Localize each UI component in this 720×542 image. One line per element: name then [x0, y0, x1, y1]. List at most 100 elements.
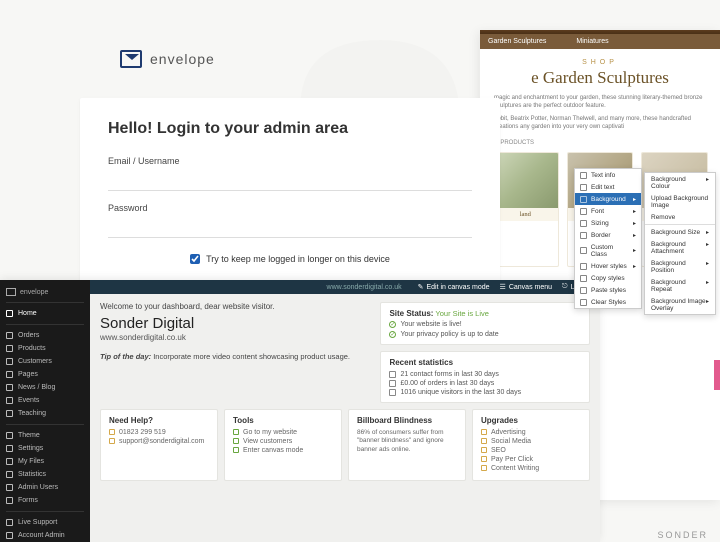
menu-item-custom-class[interactable]: Custom Class▸ [575, 241, 641, 260]
help-email[interactable]: support@sonderdigital.com [119, 438, 204, 445]
info-icon [580, 172, 587, 179]
remember-checkbox[interactable] [190, 254, 200, 264]
sidebar-item-label: Events [18, 397, 39, 404]
edit-canvas-button[interactable]: ✎ Edit in canvas mode [418, 283, 490, 291]
help-card: Need Help? 01823 299 519 support@sonderd… [100, 409, 218, 481]
sidebar-item-events[interactable]: Events [6, 394, 84, 407]
submenu-upload-bg[interactable]: Upload Background Image [645, 192, 715, 211]
help-phone[interactable]: 01823 299 519 [119, 429, 166, 436]
password-input[interactable] [108, 218, 472, 238]
book-icon [6, 410, 13, 417]
sidebar-item-home[interactable]: Home [6, 307, 84, 320]
tools-card: Tools Go to my website View customers En… [224, 409, 342, 481]
submenu-bg-size[interactable]: Background Size▸ [645, 226, 715, 238]
submenu-remove[interactable]: Remove [645, 211, 715, 223]
email-label: Email / Username [108, 156, 472, 166]
dot-icon [481, 465, 487, 471]
sidebar-item-teaching[interactable]: Teaching [6, 407, 84, 420]
menu-item-text-info[interactable]: Text info [575, 169, 641, 181]
status-line: Your website is live! [400, 321, 461, 328]
edit-icon [580, 184, 587, 191]
menu-item-edit-text[interactable]: Edit text [575, 181, 641, 193]
sidebar-item-label: Statistics [18, 471, 46, 478]
sidebar-item-label: Admin Users [18, 484, 58, 491]
clear-icon [580, 299, 587, 306]
menu-item-background[interactable]: Background▸ [575, 193, 641, 205]
sidebar-item-customers[interactable]: Customers [6, 355, 84, 368]
stat-line: 21 contact forms in last 30 days [400, 371, 498, 378]
money-icon [389, 380, 396, 387]
stat-line: 1016 unique visitors in the last 30 days [400, 389, 521, 396]
menu-item-border[interactable]: Border▸ [575, 229, 641, 241]
upgrade-link[interactable]: Pay Per Click [481, 456, 581, 463]
sidebar-item-account[interactable]: Account Admin [6, 529, 84, 542]
sidebar-logo: envelope [6, 284, 84, 303]
billboard-card: Billboard Blindness 86% of consumers suf… [348, 409, 466, 481]
footer-logo: SONDER [657, 530, 708, 540]
shop-tab-miniatures[interactable]: Miniatures [576, 38, 608, 45]
cursor-icon [580, 263, 587, 270]
side-tab[interactable] [714, 360, 720, 390]
site-title: Sonder Digital [100, 315, 372, 332]
menu-item-sizing[interactable]: Sizing▸ [575, 217, 641, 229]
submenu-bg-overlay[interactable]: Background Image Overlay▸ [645, 295, 715, 314]
sidebar-item-orders[interactable]: Orders [6, 329, 84, 342]
sidebar-item-label: Account Admin [18, 532, 65, 539]
upgrade-link[interactable]: Content Writing [481, 465, 581, 472]
shop-tab-sculptures[interactable]: Garden Sculptures [488, 38, 546, 45]
arrow-icon [233, 438, 239, 444]
product-title: land [493, 208, 558, 221]
dot-icon [481, 438, 487, 444]
submenu-bg-attachment[interactable]: Background Attachment▸ [645, 238, 715, 257]
upgrade-link[interactable]: SEO [481, 447, 581, 454]
upgrade-link[interactable]: Social Media [481, 438, 581, 445]
menu-item-copy[interactable]: Copy styles [575, 272, 641, 284]
menu-item-hover[interactable]: Hover styles▸ [575, 260, 641, 272]
sidebar-item-forms[interactable]: Forms [6, 494, 84, 507]
tool-link[interactable]: Enter canvas mode [233, 447, 333, 454]
shop-blurb: abbit, Beatrix Potter, Norman Thelwell, … [492, 115, 708, 132]
submenu-bg-colour[interactable]: Background Colour▸ [645, 173, 715, 192]
tip-of-day: Tip of the day: Incorporate more video c… [100, 352, 372, 361]
sidebar-item-statistics[interactable]: Statistics [6, 468, 84, 481]
email-input[interactable] [108, 171, 472, 191]
submenu-bg-position[interactable]: Background Position▸ [645, 257, 715, 276]
menu-item-clear[interactable]: Clear Styles [575, 296, 641, 308]
canvas-menu-button[interactable]: ☰ Canvas menu [500, 283, 552, 291]
upgrades-card: Upgrades Advertising Social Media SEO Pa… [472, 409, 590, 481]
menu-item-paste[interactable]: Paste styles [575, 284, 641, 296]
sidebar-item-pages[interactable]: Pages [6, 368, 84, 381]
sidebar-item-admin-users[interactable]: Admin Users [6, 481, 84, 494]
sidebar-item-products[interactable]: Products [6, 342, 84, 355]
submenu-bg-repeat[interactable]: Background Repeat▸ [645, 276, 715, 295]
visitor-icon [389, 389, 396, 396]
sidebar-item-news[interactable]: News / Blog [6, 381, 84, 394]
sidebar-item-label: News / Blog [18, 384, 55, 391]
sidebar-item-support[interactable]: Live Support [6, 516, 84, 529]
calendar-icon [6, 397, 13, 404]
context-menu: Text info Edit text Background▸ Font▸ Si… [574, 168, 642, 309]
sidebar-item-label: Products [18, 345, 46, 352]
stats-panel: Recent statistics 21 contact forms in la… [380, 351, 590, 403]
dashboard: envelope Home Orders Products Customers … [0, 280, 600, 542]
status-label: Site Status: [389, 309, 433, 318]
brand-logo: envelope [120, 50, 500, 68]
product-card[interactable]: land [492, 152, 559, 267]
billboard-text: 86% of consumers suffer from "banner bli… [357, 429, 457, 454]
upgrade-link[interactable]: Advertising [481, 429, 581, 436]
check-icon: ✓ [389, 331, 396, 338]
sidebar-item-files[interactable]: My Files [6, 455, 84, 468]
tool-link[interactable]: Go to my website [233, 429, 333, 436]
tool-link[interactable]: View customers [233, 438, 333, 445]
sidebar-item-settings[interactable]: Settings [6, 442, 84, 455]
sidebar: envelope Home Orders Products Customers … [0, 280, 90, 542]
menu-item-font[interactable]: Font▸ [575, 205, 641, 217]
code-icon [580, 247, 587, 254]
sidebar-item-theme[interactable]: Theme [6, 429, 84, 442]
page-icon [6, 371, 13, 378]
sidebar-item-label: Teaching [18, 410, 46, 417]
status-value: Your Site is Live [435, 309, 489, 318]
arrow-icon [233, 447, 239, 453]
stat-line: £0.00 of orders in last 30 days [400, 380, 494, 387]
login-title: Hello! Login to your admin area [108, 120, 472, 138]
